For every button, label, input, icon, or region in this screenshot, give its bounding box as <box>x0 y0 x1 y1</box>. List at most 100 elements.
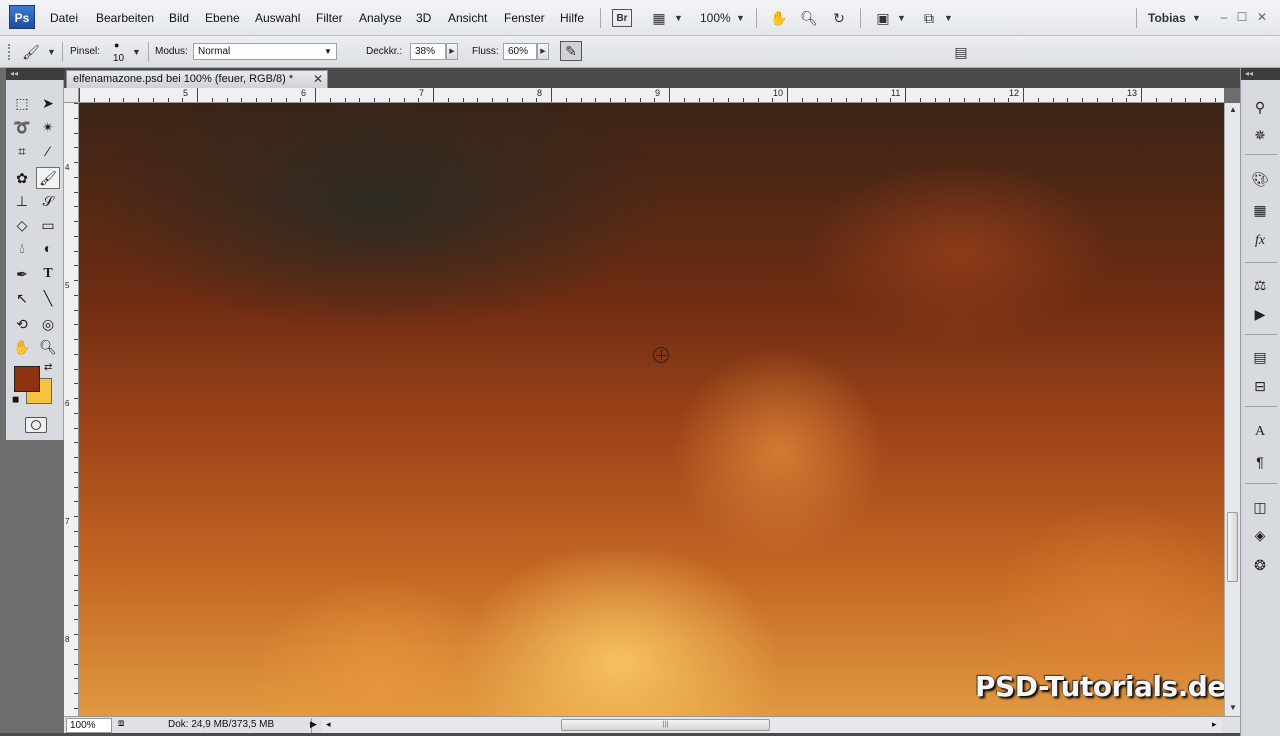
animation-icon[interactable]: ▤ <box>1249 346 1271 368</box>
chevron-down-icon[interactable]: ▼ <box>944 13 953 23</box>
scroll-left-icon[interactable]: ◂ <box>326 719 331 730</box>
minimize-icon[interactable]: – <box>1215 8 1233 26</box>
horizontal-scrollbar[interactable]: ◂ ||| ▸ <box>322 718 1222 733</box>
color-icon[interactable]: 🎨︎ <box>1249 168 1271 190</box>
menu-3d[interactable]: 3D <box>416 11 431 25</box>
history-brush-icon[interactable]: 𝒮 <box>36 190 60 212</box>
navigator-icon[interactable]: ✵ <box>1249 124 1271 146</box>
foreground-color-swatch[interactable] <box>14 366 40 392</box>
chevron-down-icon[interactable]: ▼ <box>132 47 141 57</box>
menu-datei[interactable]: Datei <box>50 11 78 25</box>
vertical-scrollbar[interactable]: ▲ ▼ <box>1224 103 1240 716</box>
tool-presets-icon[interactable]: ⚲ <box>1249 96 1271 118</box>
line-icon[interactable]: ╲ <box>36 287 60 309</box>
toolbox-collapse-icon[interactable]: ◂◂ <box>6 68 64 80</box>
default-colors-icon[interactable]: ◼ <box>12 394 19 405</box>
brush-panel-icon[interactable]: ▤ <box>950 42 972 62</box>
zoom-level-select[interactable]: 100% <box>700 11 731 25</box>
menu-analyse[interactable]: Analyse <box>359 11 402 25</box>
rotate-view-icon[interactable]: ↻ <box>828 8 850 28</box>
pen-icon[interactable]: ✒ <box>10 263 34 285</box>
swap-colors-icon[interactable]: ⇄ <box>44 362 52 373</box>
dock-expand-icon[interactable]: ◂◂ <box>1241 68 1280 80</box>
channels-icon[interactable]: ❂ <box>1249 554 1271 576</box>
hand-icon[interactable]: ✋ <box>10 336 34 358</box>
swatches-icon[interactable]: ▦ <box>1249 199 1271 221</box>
type-icon[interactable]: T <box>36 263 60 285</box>
marquee-icon[interactable]: ⬚ <box>10 92 34 114</box>
opacity-slider-arrow-icon[interactable]: ▶ <box>446 43 458 60</box>
bridge-button[interactable]: Br <box>612 9 632 27</box>
eraser-icon[interactable]: ◇ <box>10 214 34 236</box>
menu-auswahl[interactable]: Auswahl <box>255 11 300 25</box>
horizontal-scroll-thumb[interactable]: ||| <box>561 719 770 731</box>
document-tab[interactable]: elfenamazone.psd bei 100% (feuer, RGB/8)… <box>66 70 328 88</box>
vertical-scroll-thumb[interactable] <box>1227 512 1238 582</box>
measurement-icon[interactable]: ⊟ <box>1249 375 1271 397</box>
user-name[interactable]: Tobias <box>1148 11 1186 25</box>
close-icon[interactable]: ✕ <box>313 71 323 87</box>
chevron-down-icon[interactable]: ▼ <box>47 47 56 57</box>
lasso-icon[interactable]: ➰ <box>10 116 34 138</box>
menu-bearbeiten[interactable]: Bearbeiten <box>96 11 154 25</box>
ruler-origin[interactable] <box>64 88 79 103</box>
menu-filter[interactable]: Filter <box>316 11 343 25</box>
view-extras-icon[interactable]: ▦ <box>648 8 670 28</box>
tool-preset-brush-icon[interactable]: 🖌︎ <box>20 42 42 62</box>
3d-orbit-icon[interactable]: ◎ <box>36 313 60 335</box>
screen-mode-icon[interactable]: ⧉ <box>918 8 940 28</box>
magic-wand-icon[interactable]: ✴ <box>36 116 60 138</box>
zoom-tool-icon[interactable]: 🔍︎ <box>798 8 820 28</box>
chevron-down-icon[interactable]: ▼ <box>736 13 745 23</box>
masks-icon[interactable]: ◫ <box>1249 496 1271 518</box>
crop-icon[interactable]: ⌗ <box>10 140 34 162</box>
horizontal-ruler[interactable]: 5 6 7 8 9 10 11 12 13 <box>79 88 1224 103</box>
status-menu-arrow-icon[interactable]: ▶ <box>310 719 317 730</box>
actions-icon[interactable]: ▶ <box>1249 303 1271 325</box>
menu-hilfe[interactable]: Hilfe <box>560 11 584 25</box>
maximize-icon[interactable]: ☐ <box>1233 8 1251 26</box>
document-canvas[interactable]: PSD-Tutorials.de <box>79 103 1224 716</box>
healing-icon[interactable]: ✿ <box>10 167 34 189</box>
blur-icon[interactable]: 💧︎ <box>10 237 34 259</box>
layers-icon[interactable]: ◈ <box>1249 524 1271 546</box>
styles-icon[interactable]: fx <box>1249 230 1271 252</box>
menu-ansicht[interactable]: Ansicht <box>448 11 487 25</box>
grip-handle[interactable] <box>8 44 12 60</box>
status-zoom-field[interactable]: 100% <box>66 718 112 733</box>
chevron-down-icon[interactable]: ▼ <box>1192 13 1201 23</box>
gradient-icon[interactable]: ▭ <box>36 214 60 236</box>
status-info-icon[interactable]: ⧈ <box>118 718 124 729</box>
dodge-icon[interactable]: ◐ <box>36 237 60 259</box>
quick-mask-button[interactable] <box>25 417 47 433</box>
vertical-ruler[interactable]: 4 5 6 7 8 <box>64 103 79 716</box>
path-select-icon[interactable]: ↖ <box>10 287 34 309</box>
scroll-down-icon[interactable]: ▼ <box>1229 703 1237 712</box>
menu-ebene[interactable]: Ebene <box>205 11 240 25</box>
scroll-right-icon[interactable]: ▸ <box>1212 719 1217 730</box>
zoom-icon[interactable]: 🔍︎ <box>36 336 60 358</box>
chevron-down-icon[interactable]: ▼ <box>674 13 683 23</box>
ruler-tick <box>74 531 78 532</box>
eyedropper-icon[interactable]: ⁄ <box>36 140 60 162</box>
brush-icon[interactable]: 🖌︎ <box>36 167 60 189</box>
flow-slider-arrow-icon[interactable]: ▶ <box>537 43 549 60</box>
brush-size-value[interactable]: 10 <box>113 53 124 64</box>
move-icon[interactable]: ➤ <box>36 92 60 114</box>
menu-fenster[interactable]: Fenster <box>504 11 545 25</box>
close-icon[interactable]: ✕ <box>1253 8 1271 26</box>
character-icon[interactable]: A <box>1249 421 1271 443</box>
stamp-icon[interactable]: ⊥ <box>10 190 34 212</box>
opacity-field[interactable]: 38% <box>410 43 446 60</box>
arrange-documents-icon[interactable]: ▣ <box>872 8 894 28</box>
3d-rotate-icon[interactable]: ⟲ <box>10 313 34 335</box>
airbrush-toggle-icon[interactable]: ✎ <box>560 41 582 61</box>
menu-bild[interactable]: Bild <box>169 11 189 25</box>
hand-tool-icon[interactable]: ✋ <box>768 8 790 28</box>
flow-field[interactable]: 60% <box>503 43 537 60</box>
scroll-up-icon[interactable]: ▲ <box>1229 105 1237 114</box>
chevron-down-icon[interactable]: ▼ <box>897 13 906 23</box>
mode-select[interactable]: Normal ▼ <box>193 43 337 60</box>
paragraph-icon[interactable]: ¶ <box>1249 451 1271 473</box>
adjustments-icon[interactable]: ⚖ <box>1249 274 1271 296</box>
